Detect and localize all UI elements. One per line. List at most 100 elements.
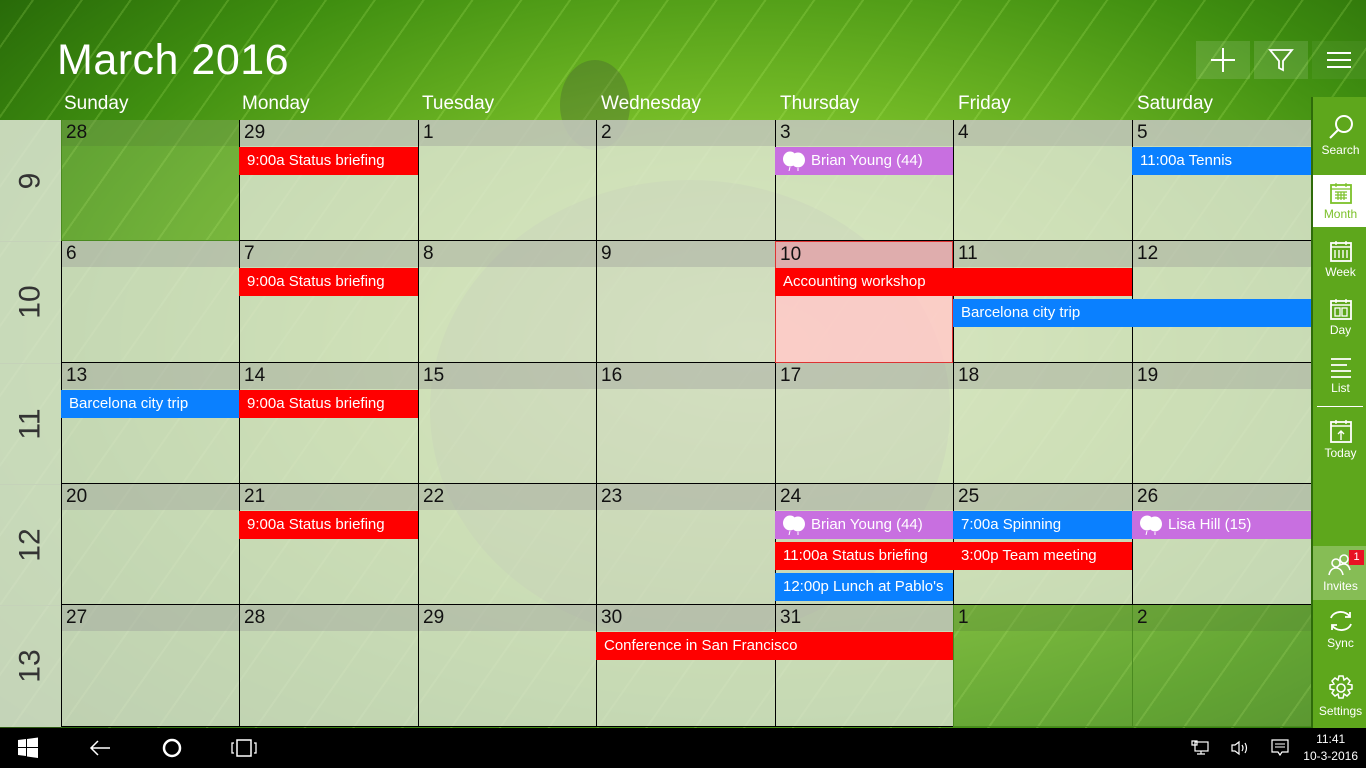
calendar-event[interactable]: Brian Young (44) — [775, 511, 953, 539]
month-calendar-icon — [1329, 183, 1352, 204]
day-cell[interactable]: 29 — [418, 605, 596, 727]
add-event-button[interactable] — [1196, 41, 1250, 79]
sidebar-item-sync[interactable]: Sync — [1313, 602, 1366, 656]
event-title: 9:00a Status briefing — [247, 273, 385, 290]
filter-button[interactable] — [1254, 41, 1308, 79]
menu-button[interactable] — [1312, 41, 1366, 79]
day-number: 28 — [62, 120, 239, 146]
calendar-event[interactable]: 11:00a Tennis — [1132, 147, 1311, 175]
day-cell[interactable]: 6 — [61, 241, 239, 363]
day-cell[interactable]: 16 — [596, 363, 775, 484]
day-cell[interactable]: 29 — [239, 120, 418, 241]
calendar-event[interactable]: 12:00p Lunch at Pablo's — [775, 573, 953, 601]
action-center-button[interactable] — [1266, 728, 1294, 768]
day-cell[interactable]: 20 — [61, 484, 239, 605]
event-title: 9:00a Status briefing — [247, 516, 385, 533]
day-cell[interactable]: 28 — [239, 605, 418, 727]
week-number[interactable]: 13 — [0, 605, 61, 728]
day-cell[interactable]: 22 — [418, 484, 596, 605]
day-cell[interactable]: 4 — [953, 120, 1132, 241]
calendar-event[interactable]: 9:00a Status briefing — [239, 511, 418, 539]
day-number: 16 — [597, 363, 775, 389]
day-number: 22 — [419, 484, 596, 510]
day-cell[interactable]: 28 — [61, 120, 239, 241]
calendar-event[interactable]: Barcelona city trip — [953, 299, 1311, 327]
week-number[interactable]: 11 — [0, 363, 61, 485]
task-view-button[interactable] — [224, 728, 264, 768]
day-cell[interactable]: 23 — [596, 484, 775, 605]
calendar-event[interactable]: 9:00a Status briefing — [239, 147, 418, 175]
sync-icon — [1329, 611, 1352, 631]
calendar-event[interactable]: Accounting workshop — [775, 268, 1132, 296]
day-cell[interactable]: 8 — [418, 241, 596, 363]
day-cell[interactable]: 9 — [596, 241, 775, 363]
network-button[interactable] — [1186, 728, 1214, 768]
day-cell[interactable]: 7 — [239, 241, 418, 363]
sidebar-item-today[interactable]: Today — [1313, 411, 1366, 467]
calendar-event[interactable]: Barcelona city trip — [61, 390, 239, 418]
event-title: Brian Young (44) — [811, 152, 923, 169]
week-number[interactable]: 9 — [0, 120, 61, 242]
clock[interactable]: 11:41 10-3-2016 — [1303, 731, 1358, 765]
day-cell[interactable]: 19 — [1132, 363, 1311, 484]
week-number[interactable]: 10 — [0, 241, 61, 364]
week-number-label: 9 — [13, 172, 47, 189]
calendar-event[interactable]: 11:00a Status briefing — [775, 542, 953, 570]
day-cell[interactable]: 21 — [239, 484, 418, 605]
start-button[interactable] — [8, 728, 48, 768]
sidebar-label: Invites — [1323, 579, 1358, 593]
day-number: 13 — [62, 363, 239, 389]
calendar-event[interactable]: 9:00a Status briefing — [239, 390, 418, 418]
calendar-event[interactable]: 9:00a Status briefing — [239, 268, 418, 296]
day-cell[interactable]: 13 — [61, 363, 239, 484]
sidebar-item-month[interactable]: Month — [1313, 175, 1366, 227]
day-cell[interactable]: 5 — [1132, 120, 1311, 241]
day-cell[interactable]: 3 — [775, 120, 953, 241]
day-number: 9 — [597, 241, 775, 267]
calendar-event[interactable]: Lisa Hill (15) — [1132, 511, 1311, 539]
cortana-button[interactable] — [152, 728, 192, 768]
week-number[interactable]: 12 — [0, 484, 61, 606]
sidebar-item-list[interactable]: List — [1313, 349, 1366, 401]
day-number: 10 — [776, 242, 952, 268]
day-cell[interactable]: 1 — [418, 120, 596, 241]
sidebar-item-search[interactable]: Search — [1313, 97, 1366, 173]
sidebar-item-week[interactable]: Week — [1313, 233, 1366, 285]
day-cell[interactable]: 10 — [775, 241, 953, 363]
volume-button[interactable] — [1226, 728, 1254, 768]
gear-icon — [1328, 675, 1353, 699]
balloon-icon — [1140, 515, 1162, 535]
event-title: Barcelona city trip — [69, 395, 189, 412]
day-cell[interactable]: 15 — [418, 363, 596, 484]
day-cell[interactable]: 2 — [596, 120, 775, 241]
back-arrow-icon — [89, 740, 110, 756]
day-number: 15 — [419, 363, 596, 389]
calendar-event[interactable]: 3:00p Team meeting — [953, 542, 1132, 570]
day-cell[interactable]: 18 — [953, 363, 1132, 484]
day-cell[interactable]: 31 — [775, 605, 953, 727]
day-cell[interactable]: 27 — [61, 605, 239, 727]
taskbar: 11:41 10-3-2016 — [0, 728, 1366, 768]
calendar-event[interactable]: Conference in San Francisco — [596, 632, 953, 660]
event-title: Accounting workshop — [783, 273, 926, 290]
day-cell[interactable]: 30 — [596, 605, 775, 727]
day-calendar-icon — [1329, 299, 1352, 320]
day-number: 2 — [597, 120, 775, 146]
sidebar-label: Day — [1329, 323, 1352, 337]
day-number: 28 — [240, 605, 418, 631]
invites-badge: 1 — [1349, 550, 1364, 565]
day-cell[interactable]: 26 — [1132, 484, 1311, 605]
day-cell[interactable]: 2 — [1132, 605, 1311, 727]
day-cell[interactable]: 17 — [775, 363, 953, 484]
calendar-event[interactable]: Brian Young (44) — [775, 147, 953, 175]
back-button[interactable] — [80, 728, 120, 768]
day-number: 2 — [1133, 605, 1311, 631]
notification-icon — [1271, 739, 1289, 757]
sidebar-item-day[interactable]: Day — [1313, 291, 1366, 343]
sidebar-item-invites[interactable]: Invites 1 — [1313, 546, 1366, 600]
calendar-event[interactable]: 7:00a Spinning — [953, 511, 1132, 539]
day-number: 27 — [62, 605, 239, 631]
day-cell[interactable]: 14 — [239, 363, 418, 484]
sidebar-item-settings[interactable]: Settings — [1313, 668, 1366, 724]
day-cell[interactable]: 1 — [953, 605, 1132, 727]
